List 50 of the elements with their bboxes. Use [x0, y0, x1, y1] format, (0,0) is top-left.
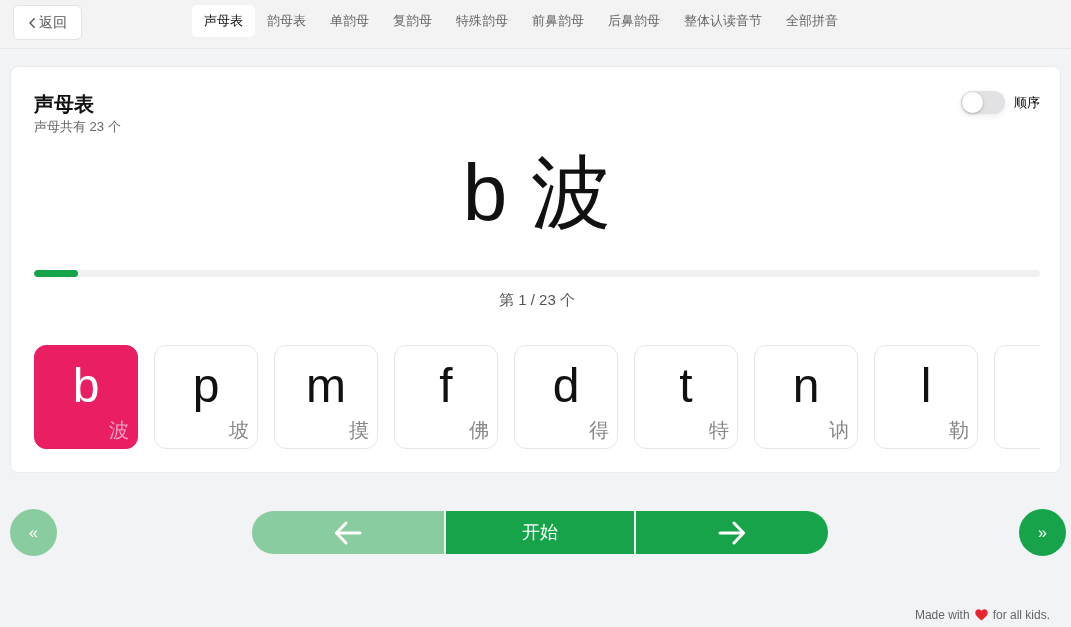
start-button[interactable]: 开始: [445, 511, 634, 554]
big-hanzi: 波: [531, 147, 612, 239]
next-button[interactable]: [635, 511, 828, 554]
letter-card[interactable]: l 勒: [874, 345, 978, 449]
letter-card[interactable]: n 讷: [754, 345, 858, 449]
panel-title: 声母表: [34, 92, 95, 117]
arrow-right-icon: [717, 520, 746, 545]
card-letter: b: [72, 358, 100, 414]
card-letter: p: [192, 358, 220, 414]
order-toggle[interactable]: [961, 91, 1005, 114]
last-button[interactable]: »: [1019, 509, 1066, 556]
tab[interactable]: 前鼻韵母: [520, 5, 596, 37]
tab[interactable]: 特殊韵母: [444, 5, 520, 37]
tab[interactable]: 后鼻韵母: [596, 5, 672, 37]
toggle-label: 顺序: [1014, 93, 1040, 112]
card-hanzi: 讷: [829, 418, 849, 442]
card-letter: d: [552, 358, 580, 414]
card-hanzi: 坡: [229, 418, 249, 442]
tab[interactable]: 单韵母: [318, 5, 381, 37]
tab[interactable]: 全部拼音: [774, 5, 850, 37]
card-hanzi: 佛: [469, 418, 489, 442]
card-hanzi: 得: [589, 418, 609, 442]
back-button[interactable]: 返回: [13, 5, 82, 40]
tab[interactable]: 声母表: [192, 5, 255, 37]
tab[interactable]: 韵母表: [255, 5, 318, 37]
letter-card[interactable]: f 佛: [394, 345, 498, 449]
card-hanzi: 特: [709, 418, 729, 442]
card-letter: l: [920, 358, 932, 414]
panel-subtitle: 声母共有 23 个: [34, 118, 121, 136]
footer-text: for all kids.: [992, 607, 1050, 623]
footer-text: Made with: [914, 607, 970, 623]
letter-card[interactable]: b 波: [34, 345, 138, 449]
heart-icon: [974, 609, 988, 621]
letter-card[interactable]: d 得: [514, 345, 618, 449]
chevron-left-icon: [28, 17, 35, 28]
card-hanzi: 摸: [349, 418, 369, 442]
tab[interactable]: 复韵母: [381, 5, 444, 37]
letter-card[interactable]: m 摸: [274, 345, 378, 449]
card-hanzi: 勒: [949, 418, 969, 442]
card-letter: m: [306, 358, 346, 414]
letter-card[interactable]: t 特: [634, 345, 738, 449]
card-letter: f: [439, 358, 453, 414]
card-hanzi: 波: [109, 418, 129, 442]
card-letter: t: [679, 358, 693, 414]
arrow-left-icon: [333, 520, 362, 545]
tab[interactable]: 整体认读音节: [672, 5, 774, 37]
progress-reading: 第 1 / 23 个: [498, 290, 576, 310]
big-letter: b: [462, 147, 508, 239]
card-letter: n: [792, 358, 820, 414]
letter-card[interactable]: p 坡: [154, 345, 258, 449]
